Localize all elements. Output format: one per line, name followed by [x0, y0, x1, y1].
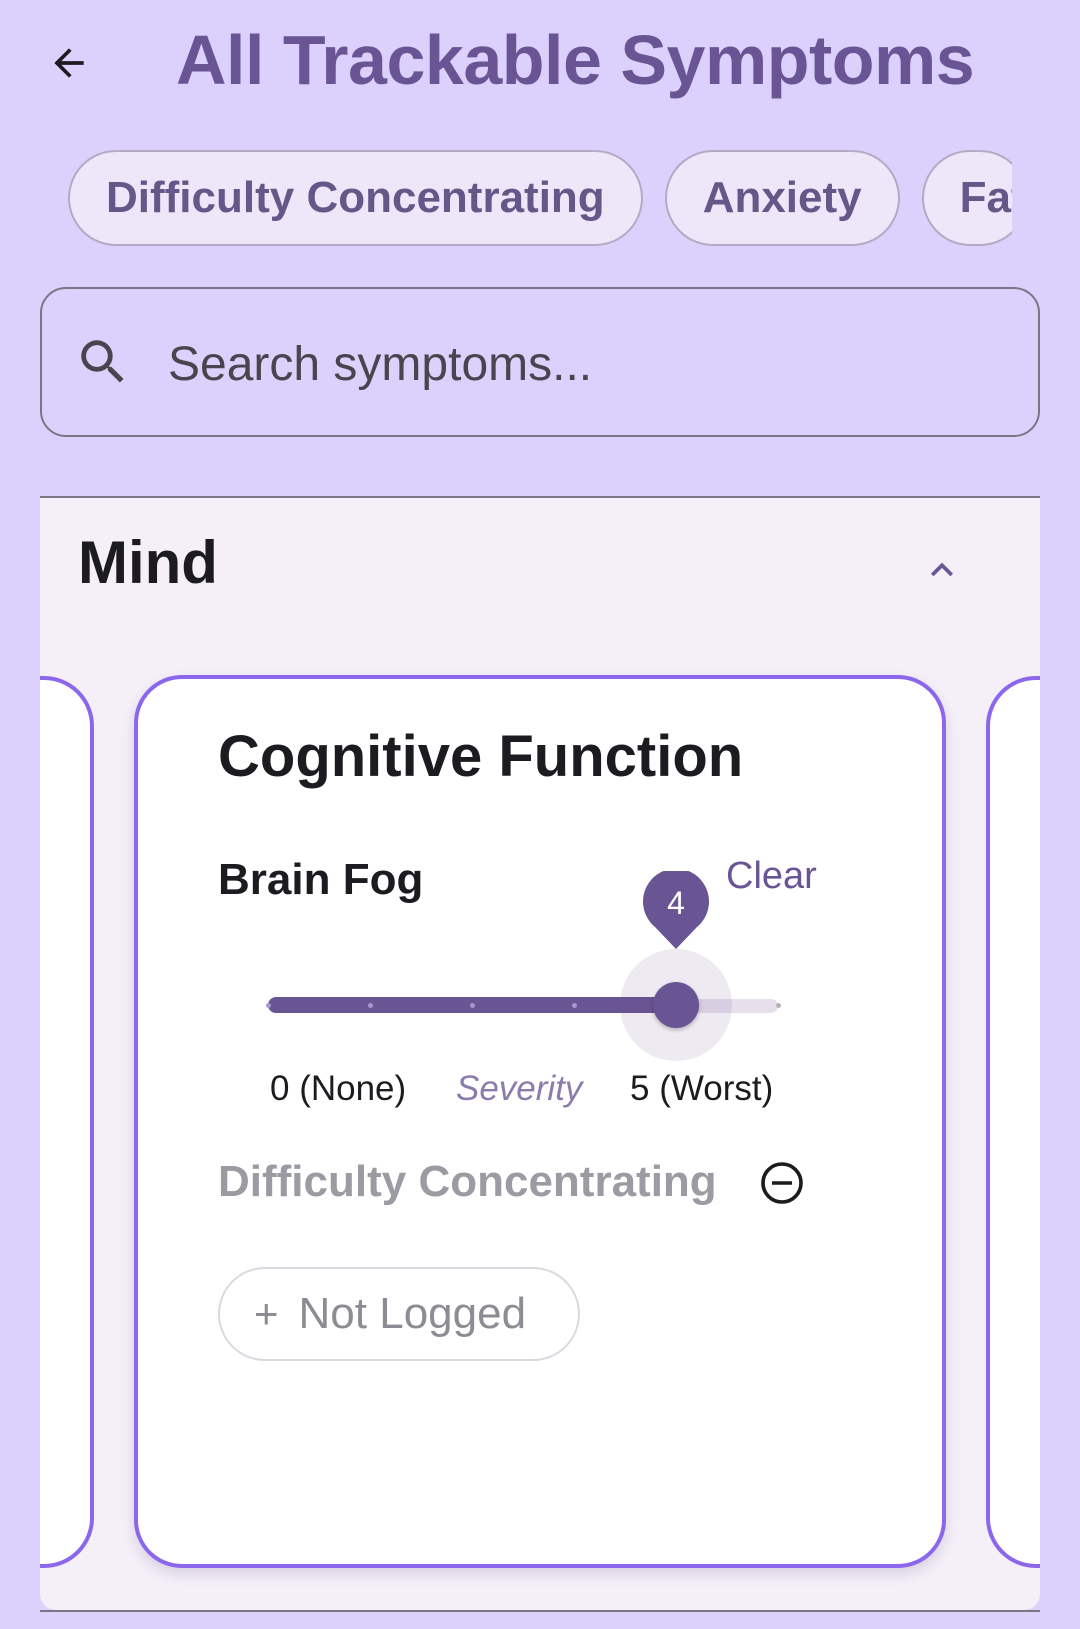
slider-tick — [367, 1003, 373, 1008]
slider-tick — [265, 1003, 271, 1008]
slider-tick — [469, 1003, 475, 1008]
chip-fatigue[interactable]: Fat — [921, 150, 1012, 246]
slider-value-indicator: 4 — [643, 868, 709, 949]
search-icon — [81, 340, 124, 383]
slider-tick — [775, 1003, 781, 1008]
slider-min-label: 0 (None) — [270, 1069, 407, 1108]
slider-caption: Severity — [456, 1069, 583, 1108]
log-button-label: Not Logged — [298, 1289, 527, 1338]
clear-button[interactable]: Clear — [726, 855, 817, 898]
page-title: All Trackable Symptoms — [176, 21, 975, 99]
section-mind: Mind Cognitive Function Brain Fog Clear — [40, 498, 1040, 1610]
severity-slider[interactable]: 4 — [258, 868, 818, 1061]
slider-value-label: 4 — [667, 885, 685, 921]
plus-icon: + — [254, 1290, 279, 1337]
minus-circle-icon[interactable] — [758, 1159, 806, 1207]
section-title: Mind — [78, 529, 218, 596]
slider-tick — [571, 1003, 577, 1008]
back-button[interactable] — [36, 30, 102, 96]
search-field[interactable] — [40, 287, 1040, 437]
log-symptom-button[interactable]: + Not Logged — [218, 1267, 580, 1361]
symptom-name: Difficulty Concentrating — [218, 1157, 717, 1206]
chip-difficulty-concentrating[interactable]: Difficulty Concentrating — [68, 150, 643, 246]
symptom-name: Brain Fog — [218, 855, 424, 904]
slider-thumb[interactable] — [653, 982, 699, 1028]
chip-anxiety[interactable]: Anxiety — [664, 150, 900, 246]
next-card-peek[interactable] — [986, 676, 1040, 1568]
arrow-left-icon — [54, 48, 84, 78]
symptom-group-card: Cognitive Function Brain Fog Clear 4 0 (… — [134, 675, 946, 1568]
card-title: Cognitive Function — [218, 724, 744, 789]
section-header[interactable]: Mind — [40, 498, 1040, 638]
chevron-up-icon — [931, 562, 953, 577]
previous-card-peek[interactable] — [40, 676, 94, 1568]
slider-max-label: 5 (Worst) — [630, 1069, 774, 1108]
symptom-chip-row: Difficulty Concentrating Anxiety Fat — [68, 150, 1012, 248]
section-divider — [40, 1610, 1040, 1612]
search-input[interactable] — [168, 324, 988, 404]
symptoms-screen: All Trackable Symptoms Difficulty Concen… — [0, 0, 1080, 1629]
